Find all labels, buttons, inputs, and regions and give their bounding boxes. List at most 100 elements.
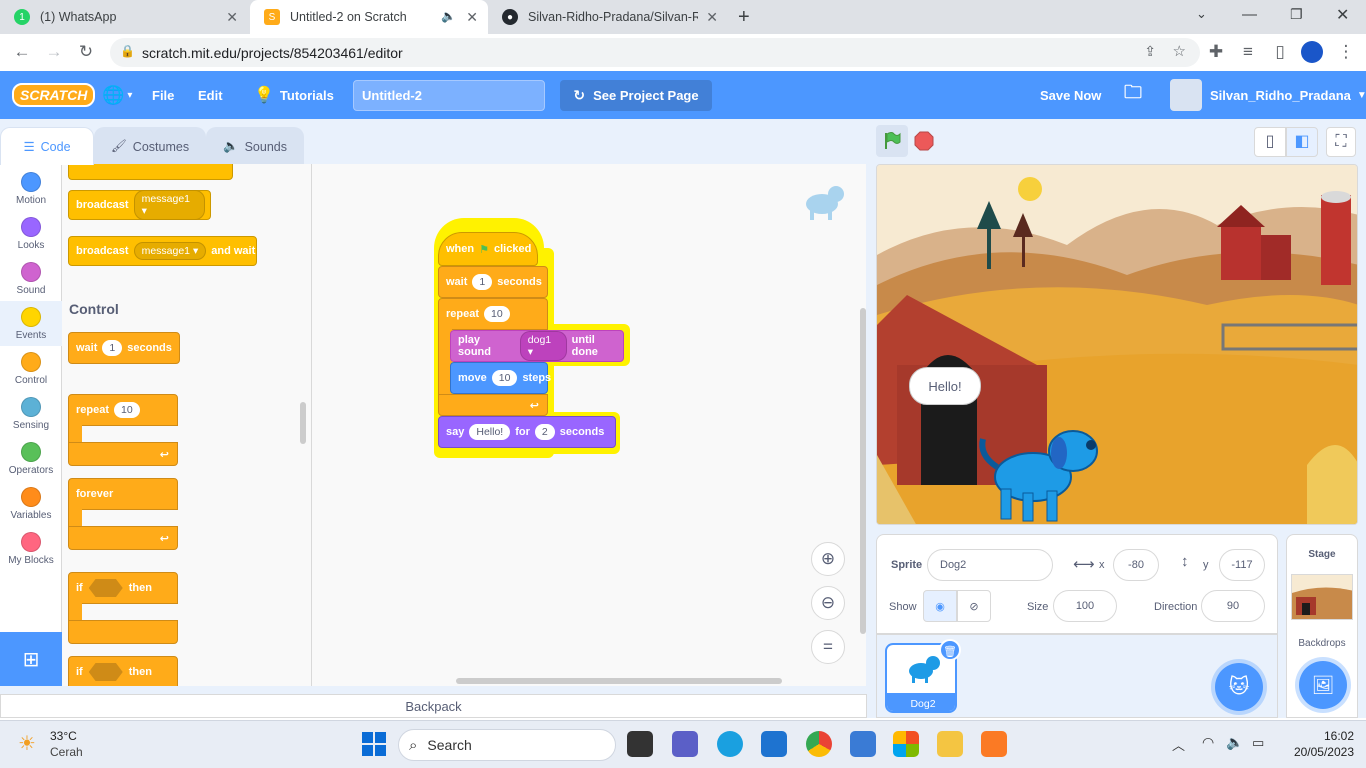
- say-text-input[interactable]: Hello!: [469, 424, 511, 440]
- minimize-button[interactable]: —: [1242, 6, 1257, 23]
- palette-if-then-block[interactable]: if then: [68, 572, 178, 644]
- delete-sprite-button[interactable]: 🗑: [939, 639, 961, 661]
- my-stuff-folder-icon[interactable]: 🗀: [1124, 71, 1142, 119]
- fullscreen-button[interactable]: ⛶: [1326, 127, 1356, 157]
- browser-menu-icon[interactable]: ⋮: [1334, 40, 1358, 64]
- small-stage-button[interactable]: ▯: [1254, 127, 1286, 157]
- taskbar-search[interactable]: ⌕ Search: [398, 729, 616, 761]
- tab-whatsapp[interactable]: 1 (1) WhatsApp ✕: [0, 0, 248, 34]
- file-menu[interactable]: File: [152, 71, 174, 119]
- restore-button[interactable]: ❐: [1290, 6, 1303, 23]
- side-panel-icon[interactable]: ▯: [1268, 40, 1292, 64]
- reload-button[interactable]: ↻: [74, 40, 98, 64]
- dog-sprite[interactable]: [973, 415, 1107, 525]
- close-tab-icon[interactable]: ✕: [706, 9, 718, 26]
- category-variables[interactable]: Variables: [0, 481, 62, 526]
- tab-scratch[interactable]: S Untitled-2 on Scratch 🔈 ✕: [250, 0, 488, 34]
- horizontal-scrollbar[interactable]: [456, 678, 782, 684]
- forward-button[interactable]: →: [42, 40, 66, 64]
- save-now-button[interactable]: Save Now: [1040, 71, 1101, 119]
- share-icon[interactable]: ⇪: [1144, 43, 1156, 60]
- extensions-icon[interactable]: ✚: [1204, 40, 1228, 64]
- tab-costumes[interactable]: 🖌 Costumes: [94, 127, 206, 165]
- sprite-name-input[interactable]: Dog2: [927, 549, 1053, 581]
- category-my-blocks[interactable]: My Blocks: [0, 526, 62, 571]
- category-sound[interactable]: Sound: [0, 256, 62, 301]
- code-workspace[interactable]: when ⚑ clicked wait 1 seconds repeat 10 …: [312, 164, 866, 686]
- teams-icon[interactable]: [672, 731, 698, 757]
- script-stack[interactable]: when ⚑ clicked wait 1 seconds repeat 10 …: [434, 218, 630, 458]
- new-tab-button[interactable]: +: [738, 6, 750, 29]
- condition-slot[interactable]: [88, 663, 123, 681]
- palette-if-then-block[interactable]: if then: [68, 656, 178, 686]
- weather-widget[interactable]: ☀ 33°C Cerah: [18, 727, 138, 763]
- zoom-out-button[interactable]: ⊖: [811, 586, 845, 620]
- zoom-in-button[interactable]: ⊕: [811, 542, 845, 576]
- category-motion[interactable]: Motion: [0, 166, 62, 211]
- category-looks[interactable]: Looks: [0, 211, 62, 256]
- close-window-button[interactable]: ✕: [1336, 5, 1349, 25]
- back-button[interactable]: ←: [10, 40, 34, 64]
- say-seconds-input[interactable]: 2: [534, 424, 555, 440]
- scratch-logo[interactable]: SCRATCH: [12, 71, 96, 119]
- close-tab-icon[interactable]: ✕: [466, 9, 478, 26]
- profile-avatar[interactable]: [1300, 40, 1324, 64]
- green-flag-button[interactable]: [876, 125, 908, 157]
- category-control[interactable]: Control: [0, 346, 62, 391]
- task-view-icon[interactable]: [627, 731, 653, 757]
- say-for-seconds-block[interactable]: say Hello! for 2 seconds: [438, 416, 616, 448]
- xampp-icon[interactable]: [981, 731, 1007, 757]
- project-title-input[interactable]: Untitled-2: [353, 80, 545, 111]
- y-input[interactable]: -117: [1219, 549, 1265, 581]
- address-bar[interactable]: 🔒 scratch.mit.edu/projects/854203461/edi…: [110, 38, 1200, 67]
- tab-sounds[interactable]: 🔈 Sounds: [206, 127, 304, 165]
- sound-dropdown[interactable]: dog1 ▾: [519, 331, 567, 361]
- stage-canvas[interactable]: Hello!: [876, 164, 1358, 525]
- category-sensing[interactable]: Sensing: [0, 391, 62, 436]
- start-button[interactable]: [362, 732, 386, 761]
- message-dropdown[interactable]: message1 ▾: [133, 190, 205, 220]
- backpack-bar[interactable]: Backpack: [0, 694, 867, 718]
- see-project-page-button[interactable]: ↻ See Project Page: [560, 80, 712, 111]
- tutorials-button[interactable]: 💡 Tutorials: [254, 71, 334, 119]
- chevron-up-icon[interactable]: ︿: [1172, 735, 1185, 754]
- chrome-icon[interactable]: [806, 731, 832, 757]
- play-sound-until-done-block[interactable]: play sound dog1 ▾ until done: [450, 330, 624, 362]
- x-input[interactable]: -80: [1113, 549, 1159, 581]
- wait-input[interactable]: 1: [472, 274, 493, 290]
- wifi-icon[interactable]: ◠: [1202, 734, 1214, 751]
- palette-scrollbar[interactable]: [300, 402, 306, 444]
- category-events[interactable]: Events: [0, 301, 62, 346]
- choose-sprite-button[interactable]: 🐱: [1215, 663, 1263, 711]
- when-flag-clicked-block[interactable]: when ⚑ clicked: [438, 232, 538, 266]
- repeat-block[interactable]: repeat 10: [438, 298, 548, 330]
- move-input[interactable]: 10: [491, 370, 518, 386]
- tab-search-icon[interactable]: ⌄: [1196, 6, 1207, 22]
- edge-icon[interactable]: [717, 731, 743, 757]
- show-visible-button[interactable]: ◉: [923, 590, 957, 622]
- stop-button[interactable]: [914, 131, 934, 151]
- palette-block-partial[interactable]: [68, 164, 233, 180]
- size-input[interactable]: 100: [1053, 590, 1117, 622]
- edit-menu[interactable]: Edit: [198, 71, 223, 119]
- tab-code[interactable]: ☰ Code: [0, 127, 94, 165]
- stage-target-panel[interactable]: Stage Backdrops 🖼: [1286, 534, 1358, 718]
- move-steps-block[interactable]: move 10 steps: [450, 362, 551, 394]
- wait-block[interactable]: wait 1 seconds: [438, 266, 548, 298]
- control-panel-icon[interactable]: [850, 731, 876, 757]
- category-operators[interactable]: Operators: [0, 436, 62, 481]
- palette-repeat-block[interactable]: repeat 10 ↩: [68, 394, 178, 466]
- condition-slot[interactable]: [88, 579, 123, 597]
- reading-list-icon[interactable]: ≡: [1236, 40, 1260, 64]
- file-explorer-icon[interactable]: [937, 731, 963, 757]
- mail-icon[interactable]: [761, 731, 787, 757]
- close-tab-icon[interactable]: ✕: [226, 9, 238, 26]
- zoom-reset-button[interactable]: =: [811, 630, 845, 664]
- clock[interactable]: 16:02 20/05/2023: [1284, 729, 1354, 759]
- message-dropdown[interactable]: message1 ▾: [133, 242, 207, 260]
- palette-wait-block[interactable]: wait 1 seconds: [68, 332, 180, 364]
- palette-broadcast-and-wait-block[interactable]: broadcast message1 ▾ and wait: [68, 236, 257, 266]
- store-icon[interactable]: [893, 731, 919, 757]
- show-hidden-button[interactable]: ⊘: [957, 590, 991, 622]
- bookmark-star-icon[interactable]: ☆: [1173, 42, 1186, 60]
